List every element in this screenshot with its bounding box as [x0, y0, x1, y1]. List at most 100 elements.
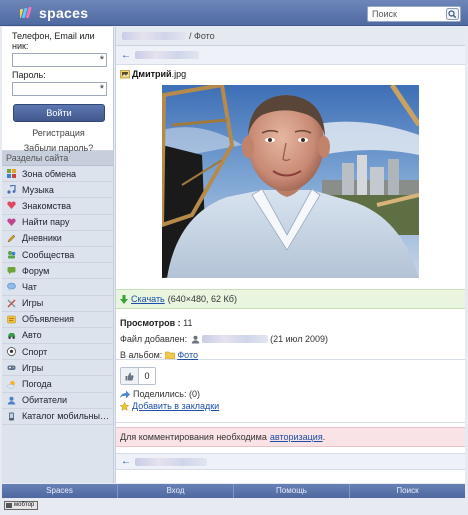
back-arrow-icon: ← — [121, 49, 131, 61]
like-button[interactable] — [121, 368, 139, 384]
sections-menu: Зона обмена Музыка Знакомства Найти пару… — [2, 166, 113, 425]
photo-image[interactable] — [162, 85, 419, 278]
sidebar-item-exchange[interactable]: Зона обмена — [2, 166, 113, 183]
main-content: / Фото ← Дмитрий .jpg Скачать (640×480, … — [115, 27, 465, 483]
views-row: Просмотров : 11 — [120, 315, 465, 331]
share-arrow-icon — [120, 390, 130, 398]
sidebar-item-games-2[interactable]: Игры — [2, 360, 113, 377]
sidebar-item-label: Спорт — [22, 346, 48, 357]
footer-nav: Spaces Вход Помощь Поиск — [2, 484, 465, 498]
swords-icon — [7, 299, 16, 308]
car-icon — [8, 332, 16, 339]
blurred-username[interactable] — [122, 32, 186, 40]
sidebar-item-chat[interactable]: Чат — [2, 279, 113, 296]
shared-count: Поделились: (0) — [133, 389, 200, 399]
auth-link[interactable]: авторизация — [270, 432, 323, 442]
sidebar-item-label: Дневники — [22, 233, 62, 244]
notice-dot: . — [322, 432, 326, 442]
back-arrow-icon: ← — [121, 456, 131, 467]
footer-link-spaces[interactable]: Spaces — [2, 484, 118, 498]
added-date: (21 июл 2009) — [270, 334, 328, 344]
search-box — [367, 6, 461, 22]
sidebar-item-ads[interactable]: Объявления — [2, 312, 113, 328]
pencil-icon — [7, 234, 16, 243]
sidebar-item-label: Игры — [22, 298, 44, 309]
photo-block: Дмитрий .jpg — [116, 65, 465, 289]
sidebar-item-label: Чат — [22, 281, 37, 292]
sidebar-item-phone-catalog[interactable]: Каталог мобильных ... — [2, 409, 113, 425]
gamepad-icon — [7, 365, 16, 371]
sidebar-item-label: Объявления — [22, 314, 75, 325]
sidebar-item-label: Каталог мобильных ... — [22, 411, 112, 422]
sidebar-item-sport[interactable]: Спорт — [2, 344, 113, 361]
back-link-row-bottom[interactable]: ← — [116, 453, 465, 470]
like-widget: 0 — [120, 367, 156, 385]
sidebar-item-label: Зона обмена — [22, 168, 77, 179]
phone-icon — [9, 412, 14, 421]
star-icon — [120, 401, 129, 411]
download-link[interactable]: Скачать — [131, 294, 165, 304]
sidebar-item-music[interactable]: Музыка — [2, 182, 113, 199]
footer-link-help[interactable]: Помощь — [234, 484, 350, 498]
add-bookmark-link[interactable]: Добавить в закладки — [132, 401, 219, 411]
spaces-logo-icon — [20, 7, 32, 18]
login-label: Телефон, Email или ник: — [12, 31, 95, 51]
user-icon — [191, 335, 200, 343]
sidebar-item-label: Найти пару — [22, 217, 70, 228]
sidebar-item-dating[interactable]: Знакомства — [2, 198, 113, 215]
actions-block: 0 Поделились: (0) Добавить в закладки — [116, 359, 465, 423]
added-label: Файл добавлен: — [120, 334, 188, 344]
thumbs-up-icon — [125, 372, 134, 380]
footer-link-search[interactable]: Поиск — [350, 484, 465, 498]
music-note-icon — [7, 185, 16, 194]
views-label: Просмотров : — [120, 318, 181, 328]
top-header: spaces — [0, 0, 468, 26]
counter-badge[interactable]: мобтор — [4, 501, 38, 510]
sidebar-item-diaries[interactable]: Дневники — [2, 231, 113, 247]
sidebar-item-label: Авто — [22, 330, 42, 341]
file-name-ext: .jpg — [171, 69, 187, 79]
breadcrumb: / Фото — [116, 27, 465, 46]
site-logo[interactable]: spaces — [20, 4, 88, 22]
sidebar-item-residents[interactable]: Обитатели — [2, 393, 113, 409]
file-name: Дмитрий .jpg — [120, 69, 465, 79]
search-icon[interactable] — [446, 8, 459, 20]
community-icon — [8, 251, 16, 259]
blurred-uploader-link[interactable] — [202, 335, 269, 343]
footer-link-login[interactable]: Вход — [118, 484, 234, 498]
blurred-back-target — [135, 457, 207, 466]
sections-title: Разделы сайта — [2, 151, 113, 166]
grid-icon — [7, 169, 16, 179]
sidebar-item-communities[interactable]: Сообщества — [2, 247, 113, 264]
comment-notice-text: Для комментирования необходима — [120, 432, 267, 442]
sidebar-item-forum[interactable]: Форум — [2, 263, 113, 280]
album-label: В альбом: — [120, 350, 163, 360]
folder-icon — [165, 351, 176, 359]
ads-icon — [7, 315, 16, 324]
sidebar-item-auto[interactable]: Авто — [2, 328, 113, 345]
search-input[interactable] — [368, 7, 444, 21]
logo-text: spaces — [39, 5, 89, 21]
sidebar-item-label: Обитатели — [22, 395, 68, 406]
password-label: Пароль: — [12, 70, 46, 80]
added-row: Файл добавлен: (21 июл 2009) — [120, 331, 465, 347]
download-size: (640×480, 62 Кб) — [167, 294, 237, 304]
weather-icon — [7, 380, 15, 388]
login-button[interactable]: Войти — [13, 104, 105, 122]
sidebar-item-find-pair[interactable]: Найти пару — [2, 215, 113, 231]
sidebar-item-weather[interactable]: Погода — [2, 376, 113, 393]
register-link[interactable]: Регистрация — [12, 128, 105, 138]
forum-icon — [7, 267, 16, 275]
login-field[interactable]: * — [12, 53, 107, 67]
like-count: 0 — [144, 371, 150, 381]
bookmark-row: Добавить в закладки — [120, 401, 465, 411]
sidebar: Телефон, Email или ник: * Пароль: * Войт… — [2, 27, 114, 483]
sidebar-item-games[interactable]: Игры — [2, 296, 113, 312]
file-info: Просмотров : 11 Файл добавлен: (21 июл 2… — [116, 309, 465, 360]
portrait-photo — [162, 85, 419, 278]
login-form: Телефон, Email или ник: * Пароль: * Войт… — [2, 27, 113, 153]
album-link[interactable]: Фото — [177, 347, 198, 363]
back-link-row[interactable]: ← — [116, 46, 465, 65]
password-field[interactable]: * — [12, 82, 107, 96]
required-mark: * — [99, 83, 104, 95]
